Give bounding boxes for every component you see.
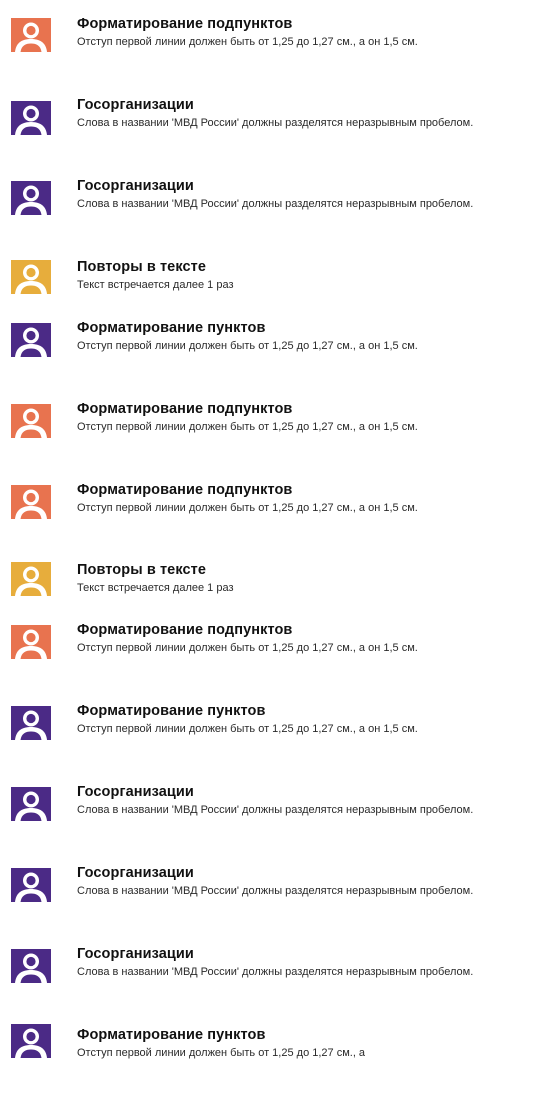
item-description: Слова в названии 'МВД России' должны раз…: [77, 804, 474, 816]
item-title: Повторы в тексте: [77, 562, 207, 578]
item-description: Текст встречается далее 1 раз: [77, 279, 234, 291]
item-description: Отступ первой линии должен быть от 1,25 …: [77, 421, 418, 433]
user-icon: [11, 625, 51, 659]
list-item[interactable]: Форматирование пунктов Отступ первой лин…: [0, 1024, 550, 1107]
item-description: Отступ первой линии должен быть от 1,25 …: [77, 1047, 366, 1059]
item-description: Слова в названии 'МВД России' должны раз…: [77, 966, 474, 978]
list-item[interactable]: Форматирование пунктов Отступ первой лин…: [0, 703, 550, 783]
item-title: Госорганизации: [77, 946, 194, 962]
item-title: Госорганизации: [77, 97, 194, 113]
item-title: Повторы в тексте: [77, 259, 207, 275]
item-title: Форматирование пунктов: [77, 320, 266, 336]
item-description: Отступ первой линии должен быть от 1,25 …: [77, 502, 418, 514]
item-title: Форматирование пунктов: [77, 1027, 266, 1043]
item-description: Слова в названии 'МВД России' должны раз…: [77, 198, 474, 210]
list-item[interactable]: Форматирование подпунктов Отступ первой …: [0, 622, 550, 702]
item-title: Госорганизации: [77, 178, 194, 194]
user-icon: [11, 18, 51, 52]
user-icon: [11, 181, 51, 215]
list-item[interactable]: Форматирование подпунктов Отступ первой …: [0, 401, 550, 481]
item-title: Форматирование подпунктов: [77, 482, 293, 498]
item-description: Отступ первой линии должен быть от 1,25 …: [77, 642, 418, 654]
user-icon: [11, 706, 51, 740]
user-icon: [11, 260, 51, 294]
user-icon: [11, 404, 51, 438]
item-description: Отступ первой линии должен быть от 1,25 …: [77, 340, 418, 352]
item-description: Слова в названии 'МВД России' должны раз…: [77, 885, 474, 897]
item-title: Госорганизации: [77, 784, 194, 800]
list-item[interactable]: Госорганизации Слова в названии 'МВД Рос…: [0, 784, 550, 864]
item-description: Отступ первой линии должен быть от 1,25 …: [77, 36, 418, 48]
list-item[interactable]: Форматирование подпунктов Отступ первой …: [0, 16, 550, 96]
user-icon: [11, 323, 51, 357]
list-item[interactable]: Форматирование пунктов Отступ первой лин…: [0, 320, 550, 400]
user-icon: [11, 485, 51, 519]
user-icon: [11, 949, 51, 983]
item-description: Отступ первой линии должен быть от 1,25 …: [77, 723, 418, 735]
list-item[interactable]: Госорганизации Слова в названии 'МВД Рос…: [0, 178, 550, 258]
item-title: Форматирование подпунктов: [77, 401, 293, 417]
user-icon: [11, 562, 51, 596]
list-item[interactable]: Форматирование подпунктов Отступ первой …: [0, 482, 550, 562]
user-icon: [11, 101, 51, 135]
item-description: Текст встречается далее 1 раз: [77, 582, 234, 594]
list-item[interactable]: Госорганизации Слова в названии 'МВД Рос…: [0, 865, 550, 945]
item-title: Форматирование подпунктов: [77, 16, 293, 32]
item-title: Госорганизации: [77, 865, 194, 881]
list-item[interactable]: Госорганизации Слова в названии 'МВД Рос…: [0, 97, 550, 177]
user-icon: [11, 868, 51, 902]
user-icon: [11, 1024, 51, 1058]
user-icon: [11, 787, 51, 821]
item-description: Слова в названии 'МВД России' должны раз…: [77, 117, 474, 129]
list-item[interactable]: Госорганизации Слова в названии 'МВД Рос…: [0, 946, 550, 1026]
item-title: Форматирование подпунктов: [77, 622, 293, 638]
item-title: Форматирование пунктов: [77, 703, 266, 719]
